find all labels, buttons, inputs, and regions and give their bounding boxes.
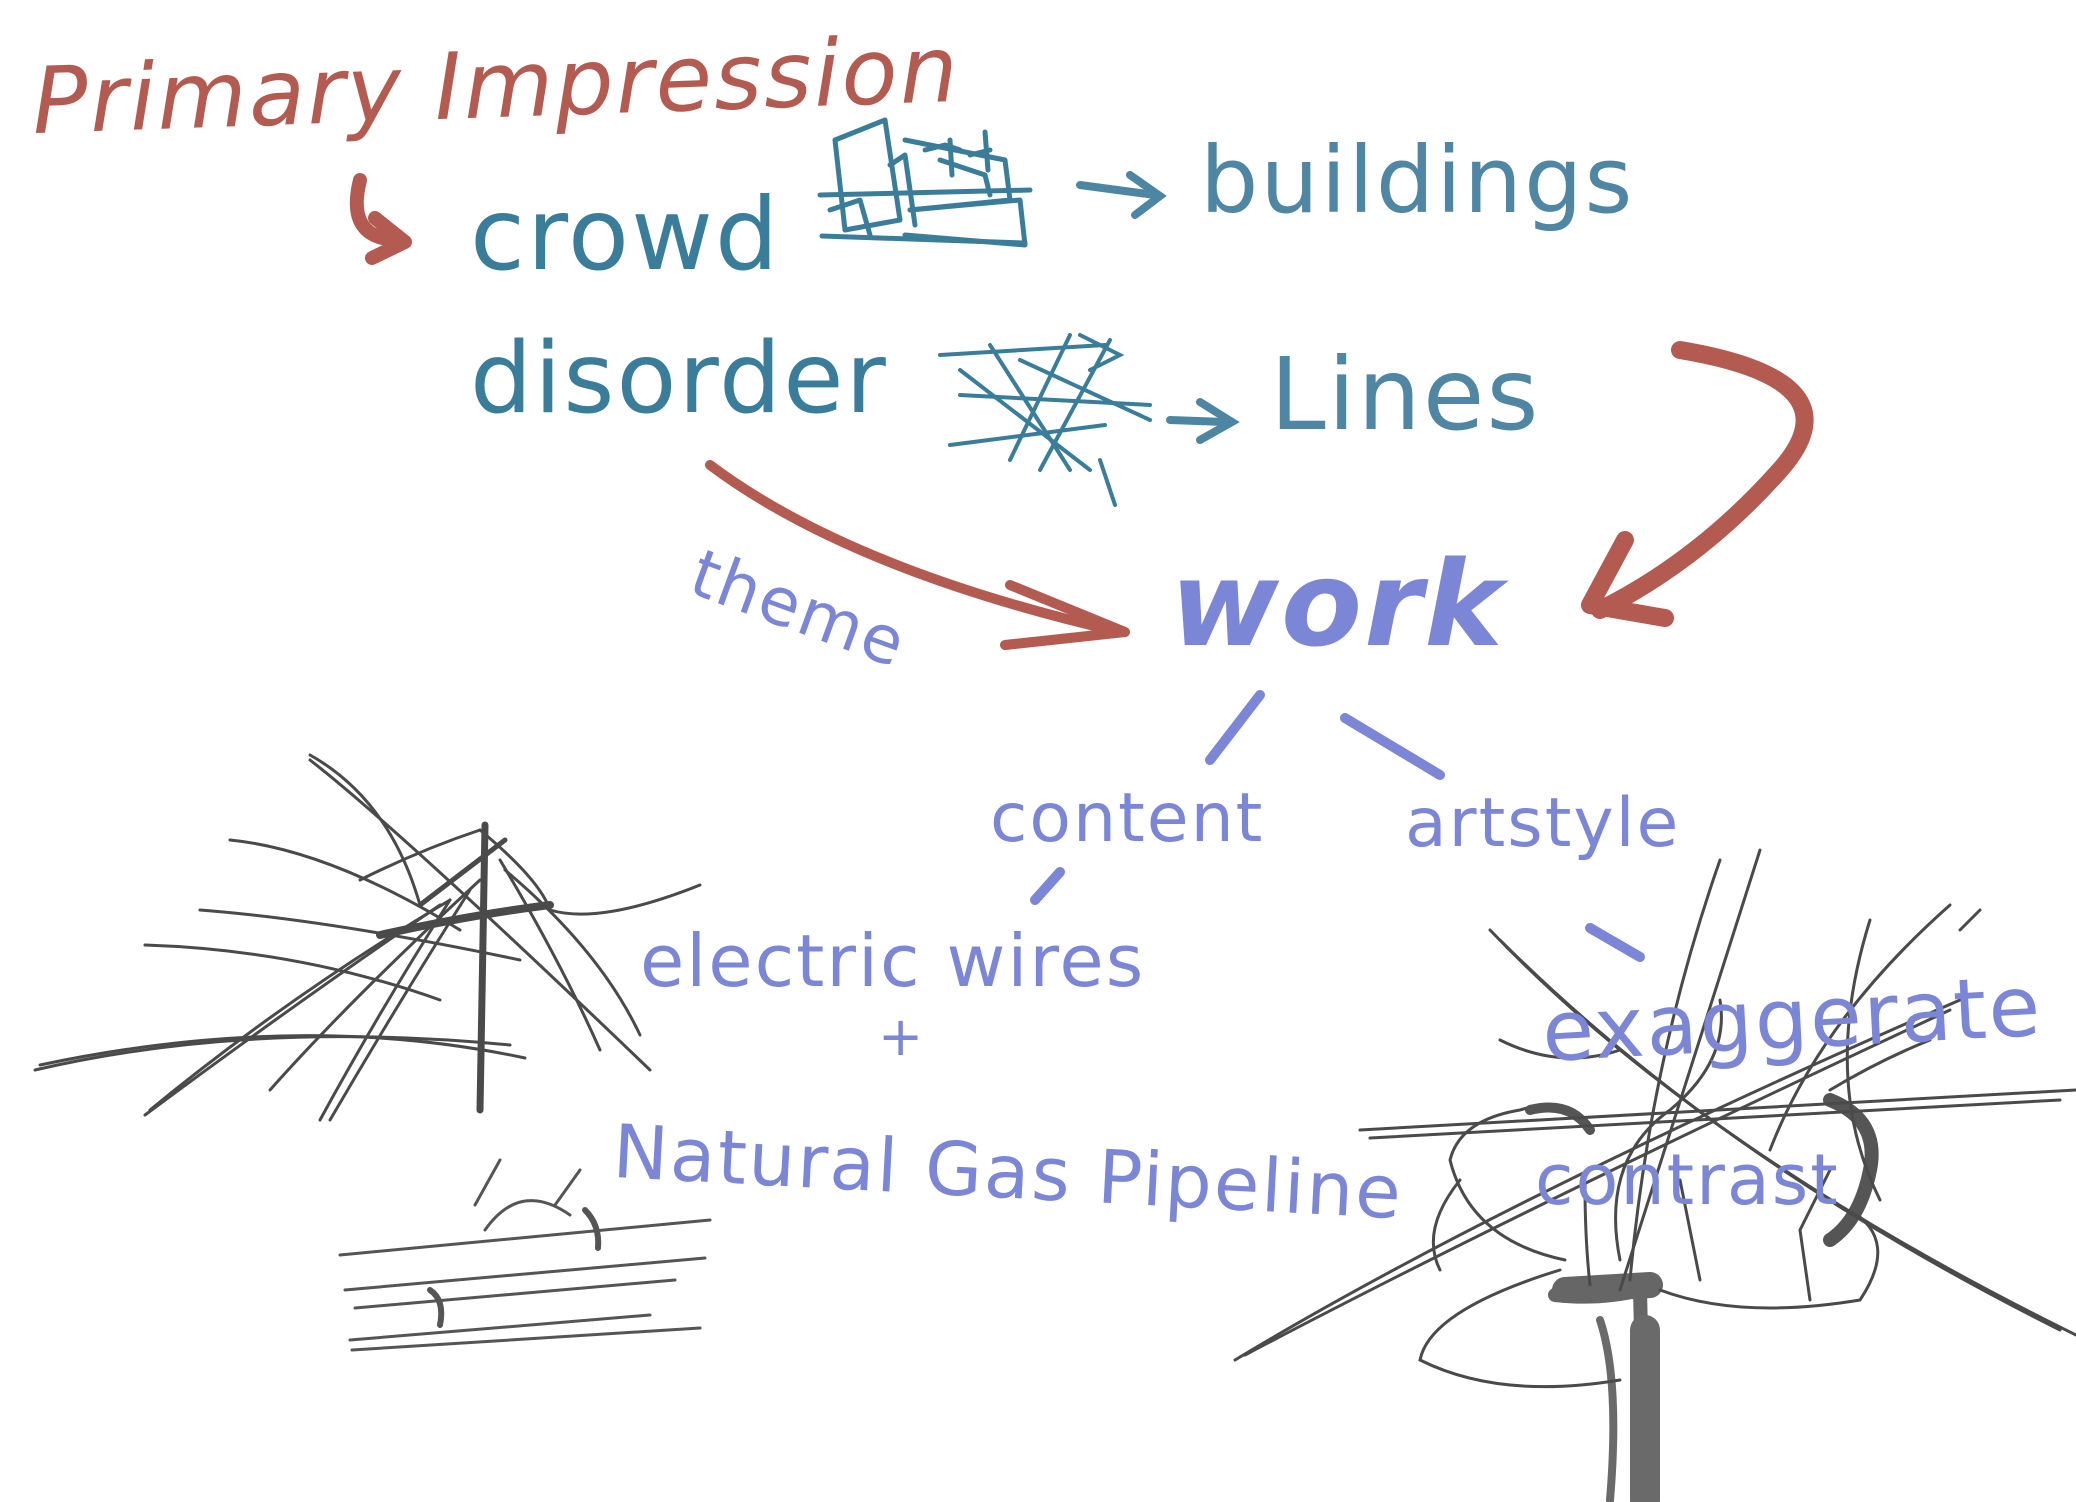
word-artstyle: artstyle — [1405, 784, 1681, 863]
plus-sign: + — [878, 1005, 926, 1068]
mind-map-canvas: Primary Impression crowd buildings disor… — [0, 0, 2076, 1502]
sketch-layer — [33, 117, 2076, 1502]
word-contrast: contrast — [1535, 1139, 1840, 1221]
scribble-lines-icon — [938, 333, 1152, 507]
buildings-sketch-icon — [817, 117, 1033, 248]
word-content: content — [990, 779, 1265, 858]
word-work: work — [1170, 535, 1505, 673]
word-crowd: crowd — [470, 176, 781, 293]
arrow-to-buildings — [1076, 171, 1167, 219]
word-disorder: disorder — [470, 322, 888, 436]
word-exaggerate: exaggerate — [1539, 956, 2045, 1081]
word-buildings: buildings — [1200, 127, 1635, 234]
word-lines: Lines — [1270, 336, 1541, 453]
hook-arrow-icon — [349, 173, 412, 265]
arrow-lines-to-work — [1581, 341, 1814, 627]
power-pole-sketch — [33, 753, 702, 1122]
word-electric-wires: electric wires — [640, 919, 1146, 1003]
arrow-to-lines — [1166, 398, 1240, 444]
